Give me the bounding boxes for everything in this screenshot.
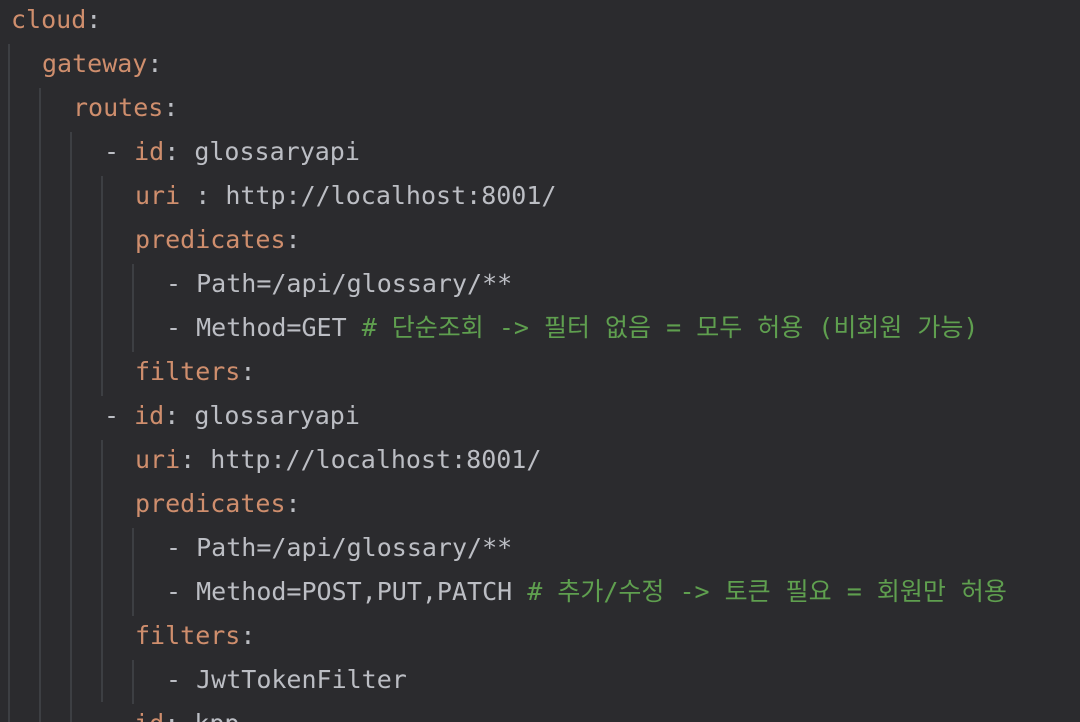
code-line[interactable]: uri: http://localhost:8001/ [135,438,541,482]
code-line[interactable]: - id: glossaryapi [104,394,360,438]
list-dash: - [166,577,197,606]
code-line[interactable]: predicates: [135,218,301,262]
code-editor[interactable]: cloud: gateway: routes: - id: glossaryapi ur… [0,0,1080,722]
code-line[interactable]: filters: [135,614,255,658]
list-dash: - [104,401,135,430]
yaml-colon: : [240,621,256,650]
list-dash: - [166,269,197,298]
yaml-key: filters [135,621,241,650]
yaml-colon: : [180,445,196,474]
yaml-comment: # 단순조회 -> 필터 없음 = 모두 허용 (비회원 가능) [361,313,979,342]
yaml-colon: : [285,225,301,254]
code-line[interactable]: - id: kpp [104,702,240,722]
indent-guide [132,660,134,704]
yaml-value: http://localhost:8001/ [210,181,557,210]
list-dash: - [166,533,197,562]
code-line[interactable]: routes: [73,86,178,130]
yaml-colon: : [164,401,180,430]
code-line[interactable]: cloud: [11,0,101,42]
yaml-value: Method=GET [196,313,362,342]
yaml-key: id [134,709,164,722]
yaml-key: routes [73,93,164,122]
list-dash: - [166,665,197,694]
code-line[interactable]: - id: glossaryapi [104,130,360,174]
code-line[interactable]: uri : http://localhost:8001/ [135,174,556,218]
yaml-value: JwtTokenFilter [196,665,407,694]
code-line[interactable]: - Path=/api/glossary/** [166,526,512,570]
yaml-value: Method=POST,PUT,PATCH [196,577,528,606]
yaml-value: Path=/api/glossary/** [196,269,513,298]
code-line[interactable]: - Method=GET # 단순조회 -> 필터 없음 = 모두 허용 (비회… [166,306,978,350]
code-line[interactable]: - JwtTokenFilter [166,658,407,702]
yaml-key: id [134,137,165,166]
yaml-colon: : [147,49,163,78]
yaml-key: filters [135,357,241,386]
code-line[interactable]: filters: [135,350,255,394]
code-line[interactable]: gateway: [42,42,162,86]
code-line[interactable]: - Method=POST,PUT,PATCH # 추가/수정 -> 토큰 필요… [166,570,1007,614]
indent-guide [101,176,103,396]
yaml-comment: # 추가/수정 -> 토큰 필요 = 회원만 허용 [527,577,1007,606]
yaml-key: gateway [42,49,148,78]
yaml-value: kpp [179,709,239,722]
yaml-colon: : [163,93,179,122]
yaml-value: glossaryapi [179,137,360,166]
list-dash: - [104,709,134,722]
yaml-key: cloud [11,5,87,34]
yaml-key: predicates [135,489,286,518]
yaml-colon: : [164,137,180,166]
indent-guide [70,132,72,722]
yaml-value: Path=/api/glossary/** [196,533,513,562]
indent-guide [8,44,10,722]
code-line[interactable]: - Path=/api/glossary/** [166,262,512,306]
indent-guide [132,528,134,616]
code-line[interactable]: predicates: [135,482,301,526]
yaml-value: glossaryapi [179,401,360,430]
yaml-value: http://localhost:8001/ [195,445,542,474]
yaml-key: id [134,401,165,430]
yaml-colon: : [164,709,179,722]
yaml-colon: : [285,489,301,518]
indent-guide [132,264,134,352]
yaml-colon: : [240,357,256,386]
yaml-colon: : [180,181,211,210]
yaml-key: uri [135,445,181,474]
list-dash: - [166,313,197,342]
indent-guide [39,88,41,722]
yaml-key: predicates [135,225,286,254]
list-dash: - [104,137,135,166]
yaml-colon: : [86,5,102,34]
yaml-key: uri [135,181,181,210]
indent-guide [101,440,103,702]
